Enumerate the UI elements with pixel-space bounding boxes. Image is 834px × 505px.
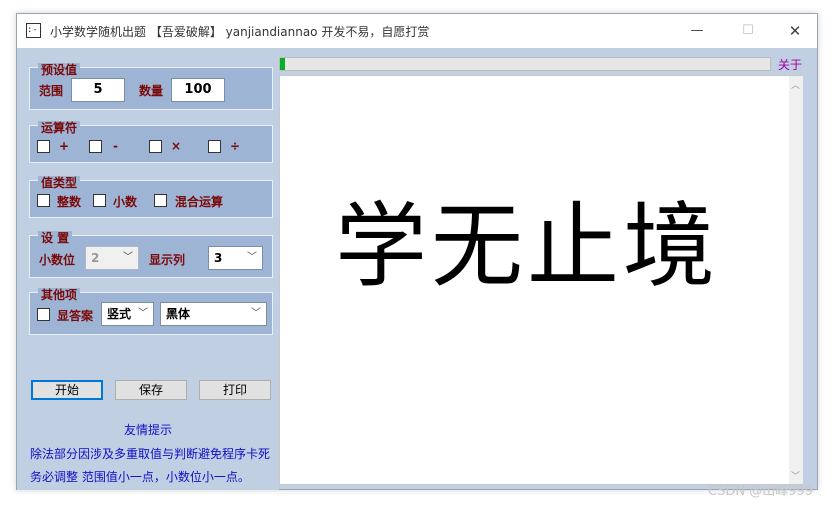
plus-checkbox[interactable] — [37, 140, 50, 153]
other-group-title: 其他项 — [38, 288, 81, 302]
operators-group: 运算符 + - × ÷ — [29, 121, 273, 163]
other-group: 其他项 显答案 竖式 ﹀ 黑体 ﹀ — [29, 288, 273, 335]
print-button[interactable]: 打印 — [199, 380, 271, 400]
count-input[interactable]: 100 — [171, 78, 225, 102]
maximize-icon: ☐ — [742, 23, 754, 38]
font-select[interactable]: 黑体 ﹀ — [160, 302, 267, 326]
multiply-label: × — [171, 139, 182, 153]
integer-checkbox[interactable] — [37, 194, 50, 207]
show-answer-checkbox[interactable] — [37, 308, 50, 321]
app-icon: :-: — [26, 23, 43, 38]
presets-group-title: 预设值 — [38, 63, 81, 77]
range-label: 范围 — [39, 84, 64, 98]
multiply-checkbox[interactable] — [149, 140, 162, 153]
about-link[interactable]: 关于 — [778, 56, 802, 73]
layout-value: 竖式 — [107, 307, 132, 321]
mixed-label: 混合运算 — [175, 195, 224, 209]
tips-line-1: 除法部分因涉及多重取值与判断避免程序卡死 — [30, 447, 271, 461]
progress-bar — [279, 57, 771, 71]
progress-fill — [280, 58, 285, 70]
title-bar: :-: 小学数学随机出题 【吾爱破解】 yanjiandiannao 开发不易，… — [17, 14, 817, 48]
mixed-checkbox[interactable] — [154, 194, 167, 207]
font-value: 黑体 — [166, 307, 191, 321]
decimal-places-label: 小数位 — [39, 253, 76, 267]
output-text: 学无止境 — [335, 193, 720, 300]
layout-select[interactable]: 竖式 ﹀ — [101, 302, 154, 326]
columns-label: 显示列 — [149, 253, 186, 267]
output-area[interactable]: 学无止境 ︿ ﹀ — [279, 75, 803, 485]
range-input[interactable]: 5 — [71, 78, 125, 102]
value-type-group: 值类型 整数 小数 混合运算 — [29, 176, 273, 218]
tips-line-2: 务必调整 范围值小一点，小数位小一点。 — [30, 470, 250, 484]
decimal-places-select: 2 ﹀ — [85, 246, 139, 270]
minus-label: - — [113, 139, 118, 153]
count-label: 数量 — [139, 84, 164, 98]
minimize-icon[interactable]: — — [679, 18, 715, 44]
decimal-type-label: 小数 — [113, 195, 138, 209]
chevron-down-icon: ﹀ — [247, 252, 257, 263]
columns-value: 3 — [214, 251, 223, 265]
presets-group: 预设值 范围 5 数量 100 — [29, 63, 273, 110]
watermark: CSDN @山峰999 — [708, 484, 814, 499]
decimal-checkbox[interactable] — [93, 194, 106, 207]
divide-label: ÷ — [230, 139, 241, 153]
start-button[interactable]: 开始 — [31, 380, 103, 400]
save-button[interactable]: 保存 — [115, 380, 187, 400]
scroll-up-icon[interactable]: ︿ — [791, 78, 800, 91]
decimal-places-value: 2 — [91, 251, 100, 265]
close-icon[interactable]: ✕ — [777, 18, 813, 44]
settings-group-title: 设 置 — [38, 231, 73, 245]
columns-select[interactable]: 3 ﹀ — [208, 246, 263, 270]
value-type-group-title: 值类型 — [38, 176, 81, 190]
show-answer-label: 显答案 — [57, 309, 94, 323]
chevron-down-icon: ﹀ — [251, 308, 261, 319]
app-window: :-: 小学数学随机出题 【吾爱破解】 yanjiandiannao 开发不易，… — [16, 13, 818, 490]
operators-group-title: 运算符 — [38, 121, 81, 135]
minus-checkbox[interactable] — [89, 140, 102, 153]
divide-checkbox[interactable] — [208, 140, 221, 153]
integer-label: 整数 — [57, 195, 82, 209]
settings-panel: 预设值 范围 5 数量 100 运算符 + - × ÷ 值类型 整数 小数 混合… — [17, 48, 279, 490]
tips-title: 友情提示 — [123, 423, 172, 437]
vertical-scrollbar[interactable]: ︿ ﹀ — [789, 76, 803, 484]
plus-label: + — [59, 139, 70, 153]
settings-group: 设 置 小数位 2 ﹀ 显示列 3 ﹀ — [29, 231, 273, 278]
window-title: 小学数学随机出题 【吾爱破解】 yanjiandiannao 开发不易，自愿打赏 — [50, 25, 430, 39]
chevron-down-icon: ﹀ — [123, 252, 133, 263]
chevron-down-icon: ﹀ — [138, 308, 148, 319]
